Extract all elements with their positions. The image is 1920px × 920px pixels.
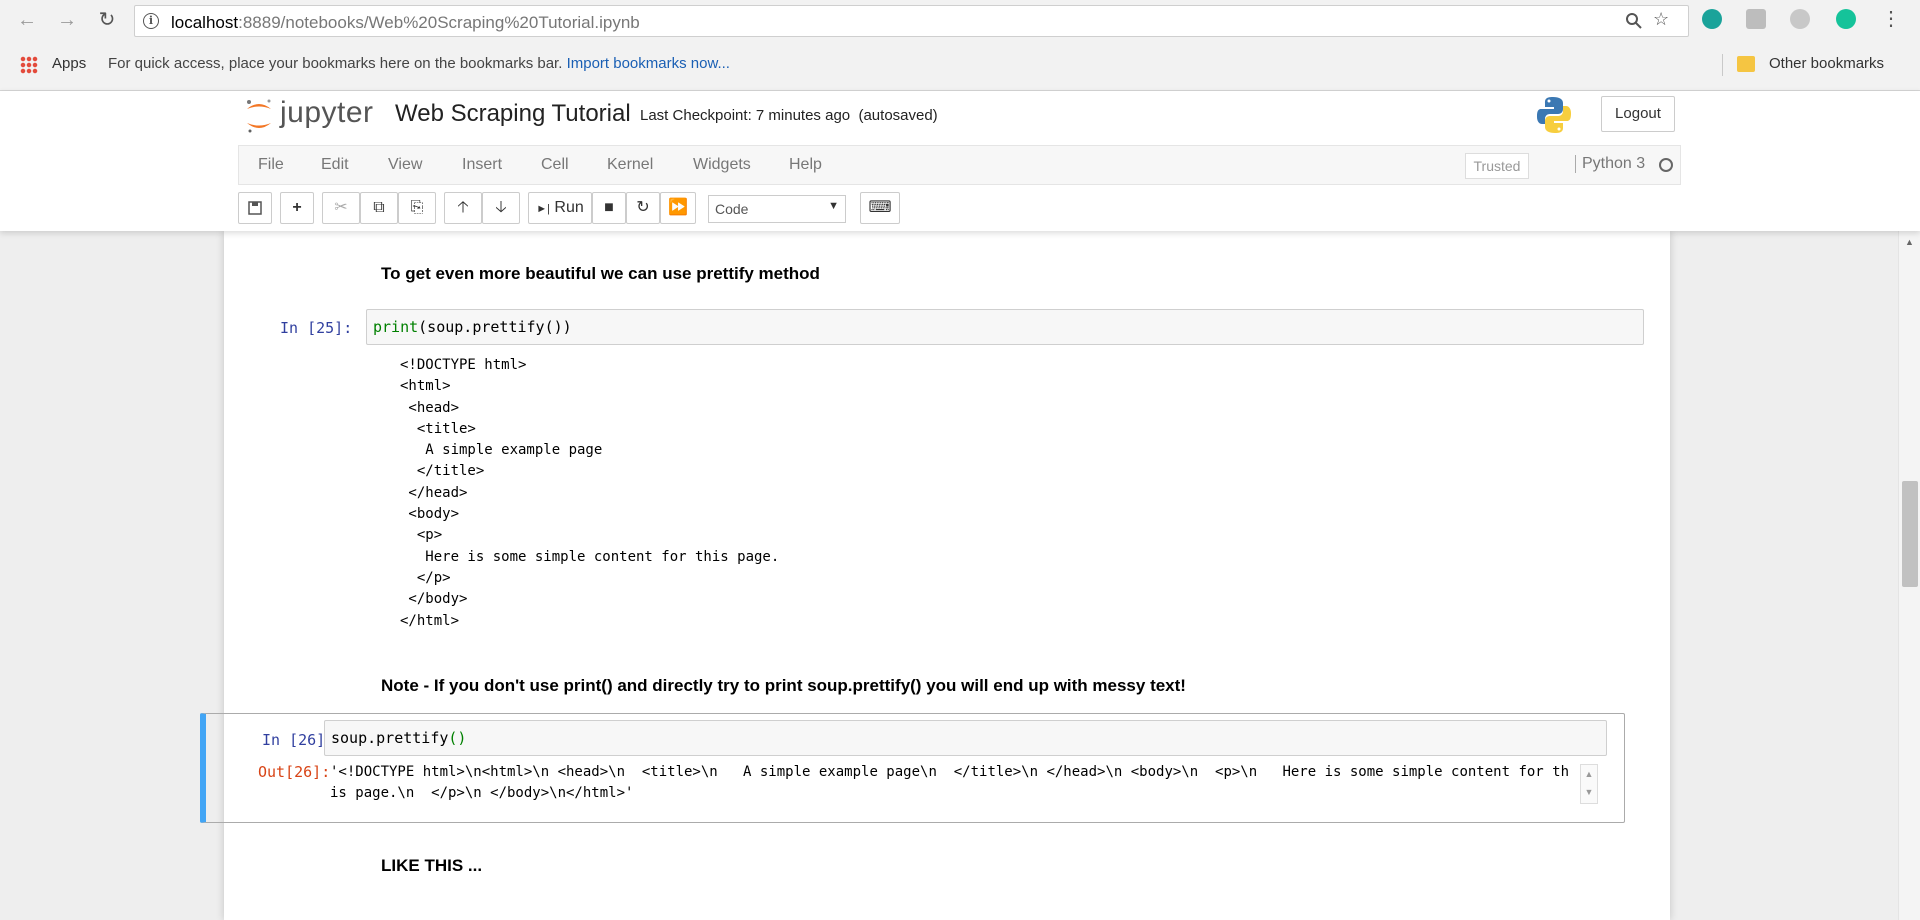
menu-bar: File Edit View Insert Cell Kernel Widget… (238, 145, 1681, 185)
bookmarks-bar: Apps For quick access, place your bookma… (0, 46, 1920, 84)
jupyter-logo-icon[interactable] (244, 95, 274, 135)
grammarly-icon[interactable] (1836, 9, 1856, 29)
zoom-icon[interactable] (1625, 12, 1643, 35)
notebook-page: To get even more beautiful we can use pr… (200, 231, 1670, 920)
selected-code-cell[interactable]: In [26]: soup.prettify() Out[26]: '<!DOC… (200, 713, 1625, 823)
interrupt-icon[interactable]: ■ (592, 192, 626, 224)
url-text[interactable]: localhost:8889/notebooks/Web%20Scraping%… (171, 13, 640, 33)
move-down-icon[interactable]: 🡣 (482, 192, 520, 224)
command-palette-icon[interactable]: ⌨ (860, 192, 900, 224)
jupyter-logo-text[interactable]: jupyter (280, 96, 374, 130)
code-cell-input[interactable]: print(soup.prettify()) (366, 309, 1644, 345)
copy-icon[interactable]: ⧉ (360, 192, 398, 224)
python-logo-icon (1537, 97, 1571, 133)
menu-file[interactable]: File (258, 156, 284, 174)
kernel-name[interactable]: Python 3 (1575, 155, 1645, 173)
scrollbar-thumb[interactable] (1902, 481, 1918, 587)
cell-output[interactable]: '<!DOCTYPE html>\n<html>\n <head>\n <tit… (330, 762, 1570, 804)
menu-widgets[interactable]: Widgets (693, 156, 751, 174)
chevron-down-icon: ▼ (828, 200, 839, 212)
output-prompt: Out[26]: (258, 763, 331, 781)
url-path: :8889/notebooks/Web%20Scraping%20Tutoria… (238, 13, 640, 32)
bookmark-star-icon[interactable]: ☆ (1653, 9, 1669, 30)
autosave-text: (autosaved) (858, 107, 938, 124)
code-cell-input[interactable]: soup.prettify() (324, 720, 1607, 756)
menu-cell[interactable]: Cell (541, 156, 569, 174)
url-host: localhost (171, 13, 239, 32)
save-icon[interactable] (238, 192, 272, 224)
run-button[interactable]: ►| Run (528, 192, 592, 224)
extension-cloud-icon[interactable] (1790, 9, 1810, 29)
markdown-cell[interactable]: Note - If you don't use print() and dire… (381, 676, 1186, 696)
apps-grid-icon[interactable] (20, 56, 38, 74)
folder-icon (1737, 56, 1755, 72)
cell-type-value: Code (715, 201, 749, 217)
cell-type-select[interactable]: Code ▼ (708, 195, 846, 223)
menu-kernel[interactable]: Kernel (607, 156, 653, 174)
fast-forward-icon[interactable]: ⏩ (660, 192, 696, 224)
jupyter-header: jupyter Web Scraping Tutorial Last Check… (0, 91, 1920, 231)
move-up-icon[interactable]: 🡡 (444, 192, 482, 224)
page-scrollbar[interactable]: ▲ (1898, 231, 1920, 920)
code-call: soup.prettify (331, 729, 449, 747)
menu-view[interactable]: View (388, 156, 422, 174)
bookmarks-hint: For quick access, place your bookmarks h… (108, 55, 730, 72)
paste-icon[interactable]: ⎘ (398, 192, 436, 224)
notebook-name[interactable]: Web Scraping Tutorial (395, 100, 631, 128)
checkpoint-status: Last Checkpoint: 7 minutes ago (autosave… (640, 107, 938, 124)
reload-icon[interactable]: ↻ (94, 8, 120, 32)
code-function: print (373, 318, 419, 336)
run-icon: ►| (536, 203, 550, 215)
trusted-indicator[interactable]: Trusted (1465, 153, 1529, 179)
kernel-idle-icon (1659, 158, 1673, 172)
cell-output[interactable]: <!DOCTYPE html> <html> <head> <title> A … (400, 355, 779, 632)
menu-insert[interactable]: Insert (462, 156, 502, 174)
markdown-cell[interactable]: LIKE THIS ... (381, 856, 482, 876)
logout-button[interactable]: Logout (1601, 96, 1675, 132)
restart-icon[interactable]: ↻ (626, 192, 660, 224)
code-args: (soup.prettify()) (418, 318, 572, 336)
browser-chrome: ← → ↻ i localhost:8889/notebooks/Web%20S… (0, 0, 1920, 91)
bookmark-apps[interactable]: Apps (52, 55, 86, 72)
cut-icon[interactable]: ✂ (322, 192, 360, 224)
code-parens: () (448, 729, 467, 747)
menu-help[interactable]: Help (789, 156, 822, 174)
checkpoint-text: Last Checkpoint: 7 minutes ago (640, 107, 851, 124)
add-cell-icon[interactable]: + (280, 192, 314, 224)
menu-edit[interactable]: Edit (321, 156, 349, 174)
back-icon[interactable]: ← (14, 8, 40, 32)
forward-icon[interactable]: → (54, 8, 80, 32)
bookmarks-divider (1722, 54, 1723, 76)
notebook-toolbar: + ✂ ⧉ ⎘ 🡡 🡣 ►| Run ■ ↻ ⏩ Code ▼ ⌨ (238, 192, 1238, 226)
other-bookmarks[interactable]: Other bookmarks (1769, 55, 1884, 72)
scroll-up-icon[interactable]: ▲ (1905, 237, 1914, 247)
run-label: Run (554, 199, 584, 216)
site-info-icon[interactable]: i (143, 13, 159, 29)
output-scrollbar[interactable]: ▲ ▼ (1580, 764, 1598, 804)
browser-menu-icon[interactable]: ⋮ (1878, 7, 1904, 31)
import-bookmarks-link[interactable]: Import bookmarks now... (567, 55, 730, 72)
markdown-cell[interactable]: To get even more beautiful we can use pr… (381, 264, 820, 284)
input-prompt: In [25]: (280, 319, 353, 337)
bookmarks-hint-text: For quick access, place your bookmarks h… (108, 55, 563, 72)
notebook-area: To get even more beautiful we can use pr… (0, 231, 1920, 920)
extension-inbox-icon[interactable] (1746, 9, 1766, 29)
extension-teal-icon[interactable] (1702, 9, 1722, 29)
address-bar[interactable]: i localhost:8889/notebooks/Web%20Scrapin… (134, 5, 1689, 37)
